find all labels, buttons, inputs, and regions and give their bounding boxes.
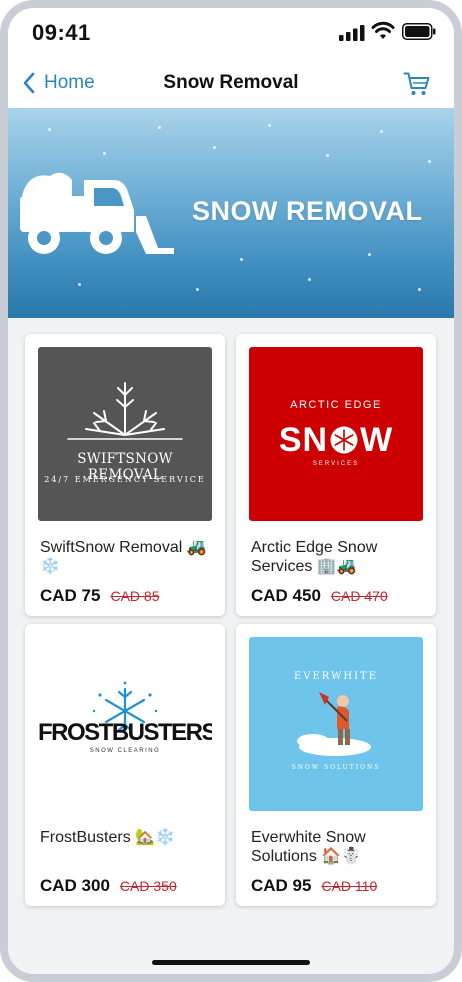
price-row: CAD 95 CAD 110: [251, 876, 377, 896]
original-price: CAD 350: [119, 878, 177, 894]
logo-main: SN W: [249, 421, 423, 460]
snowplow-truck-icon: [20, 172, 174, 254]
product-card[interactable]: SWIFTSNOW REMOVAL 24/7 EMERGENCY SERVICE…: [25, 334, 225, 616]
product-price: CAD 300: [40, 876, 110, 895]
phone-frame: 09:41 Home Snow Removal SNOW REMOVAL SWI…: [0, 0, 462, 982]
product-image: SWIFTSNOW REMOVAL 24/7 EMERGENCY SERVICE: [38, 347, 212, 521]
cellular-signal-icon: [339, 25, 365, 41]
product-name: SwiftSnow Removal 🚜❄️: [40, 539, 207, 575]
product-name: Arctic Edge Snow Services 🏢🚜: [251, 539, 378, 575]
price-row: CAD 300 CAD 350: [40, 876, 177, 896]
home-indicator[interactable]: [152, 960, 310, 965]
logo-top: ARCTIC EDGE: [290, 399, 382, 411]
product-image: ARCTIC EDGE SN W SERVICES: [249, 347, 423, 521]
price-row: CAD 75 CAD 85: [40, 586, 160, 606]
shoveling-person-illustration: [297, 692, 371, 756]
price-row: CAD 450 CAD 470: [251, 586, 388, 606]
category-banner: SNOW REMOVAL: [8, 108, 454, 318]
battery-icon: [402, 23, 436, 40]
cart-icon[interactable]: [403, 71, 431, 97]
logo-main-b: W: [360, 421, 394, 459]
logo-subtitle: SNOW SOLUTIONS: [291, 764, 381, 771]
product-card[interactable]: EVERWHITE SNOW SOLUTIONS Everwhite Snow …: [236, 624, 436, 906]
snowflake-logo: [67, 382, 183, 440]
status-time: 09:41: [32, 20, 91, 45]
wifi-icon: [371, 21, 395, 39]
product-price: CAD 450: [251, 586, 321, 605]
page-title: Snow Removal: [163, 72, 299, 93]
product-card[interactable]: FROSTBUSTERS SNOW CLEARING FrostBusters …: [25, 624, 225, 906]
logo-sub: SERVICES: [312, 461, 360, 467]
banner-title: SNOW REMOVAL: [192, 196, 423, 226]
logo-main-a: SN: [278, 421, 329, 459]
product-name: Everwhite Snow Solutions 🏠☃️: [251, 829, 366, 865]
logo-title: FROSTBUSTERS: [38, 719, 212, 746]
product-card[interactable]: ARCTIC EDGE SN W SERVICES Arctic Edge Sn…: [236, 334, 436, 616]
logo-subtitle: SNOW CLEARING: [89, 748, 161, 754]
logo-title: EVERWHITE: [293, 671, 379, 682]
product-name: FrostBusters 🏡❄️: [40, 829, 175, 846]
product-price: CAD 75: [40, 586, 101, 605]
logo-subtitle: 24/7 EMERGENCY SERVICE: [44, 475, 206, 484]
status-bar: 09:41: [8, 8, 454, 58]
original-price: CAD 110: [321, 878, 378, 894]
snowflake-o-icon: [330, 426, 358, 454]
product-price: CAD 95: [251, 876, 312, 895]
product-image: FROSTBUSTERS SNOW CLEARING: [38, 637, 212, 811]
original-price: CAD 470: [330, 588, 388, 604]
navigation-bar: Home Snow Removal: [8, 58, 454, 108]
product-image: EVERWHITE SNOW SOLUTIONS: [249, 637, 423, 811]
original-price: CAD 85: [110, 588, 160, 604]
